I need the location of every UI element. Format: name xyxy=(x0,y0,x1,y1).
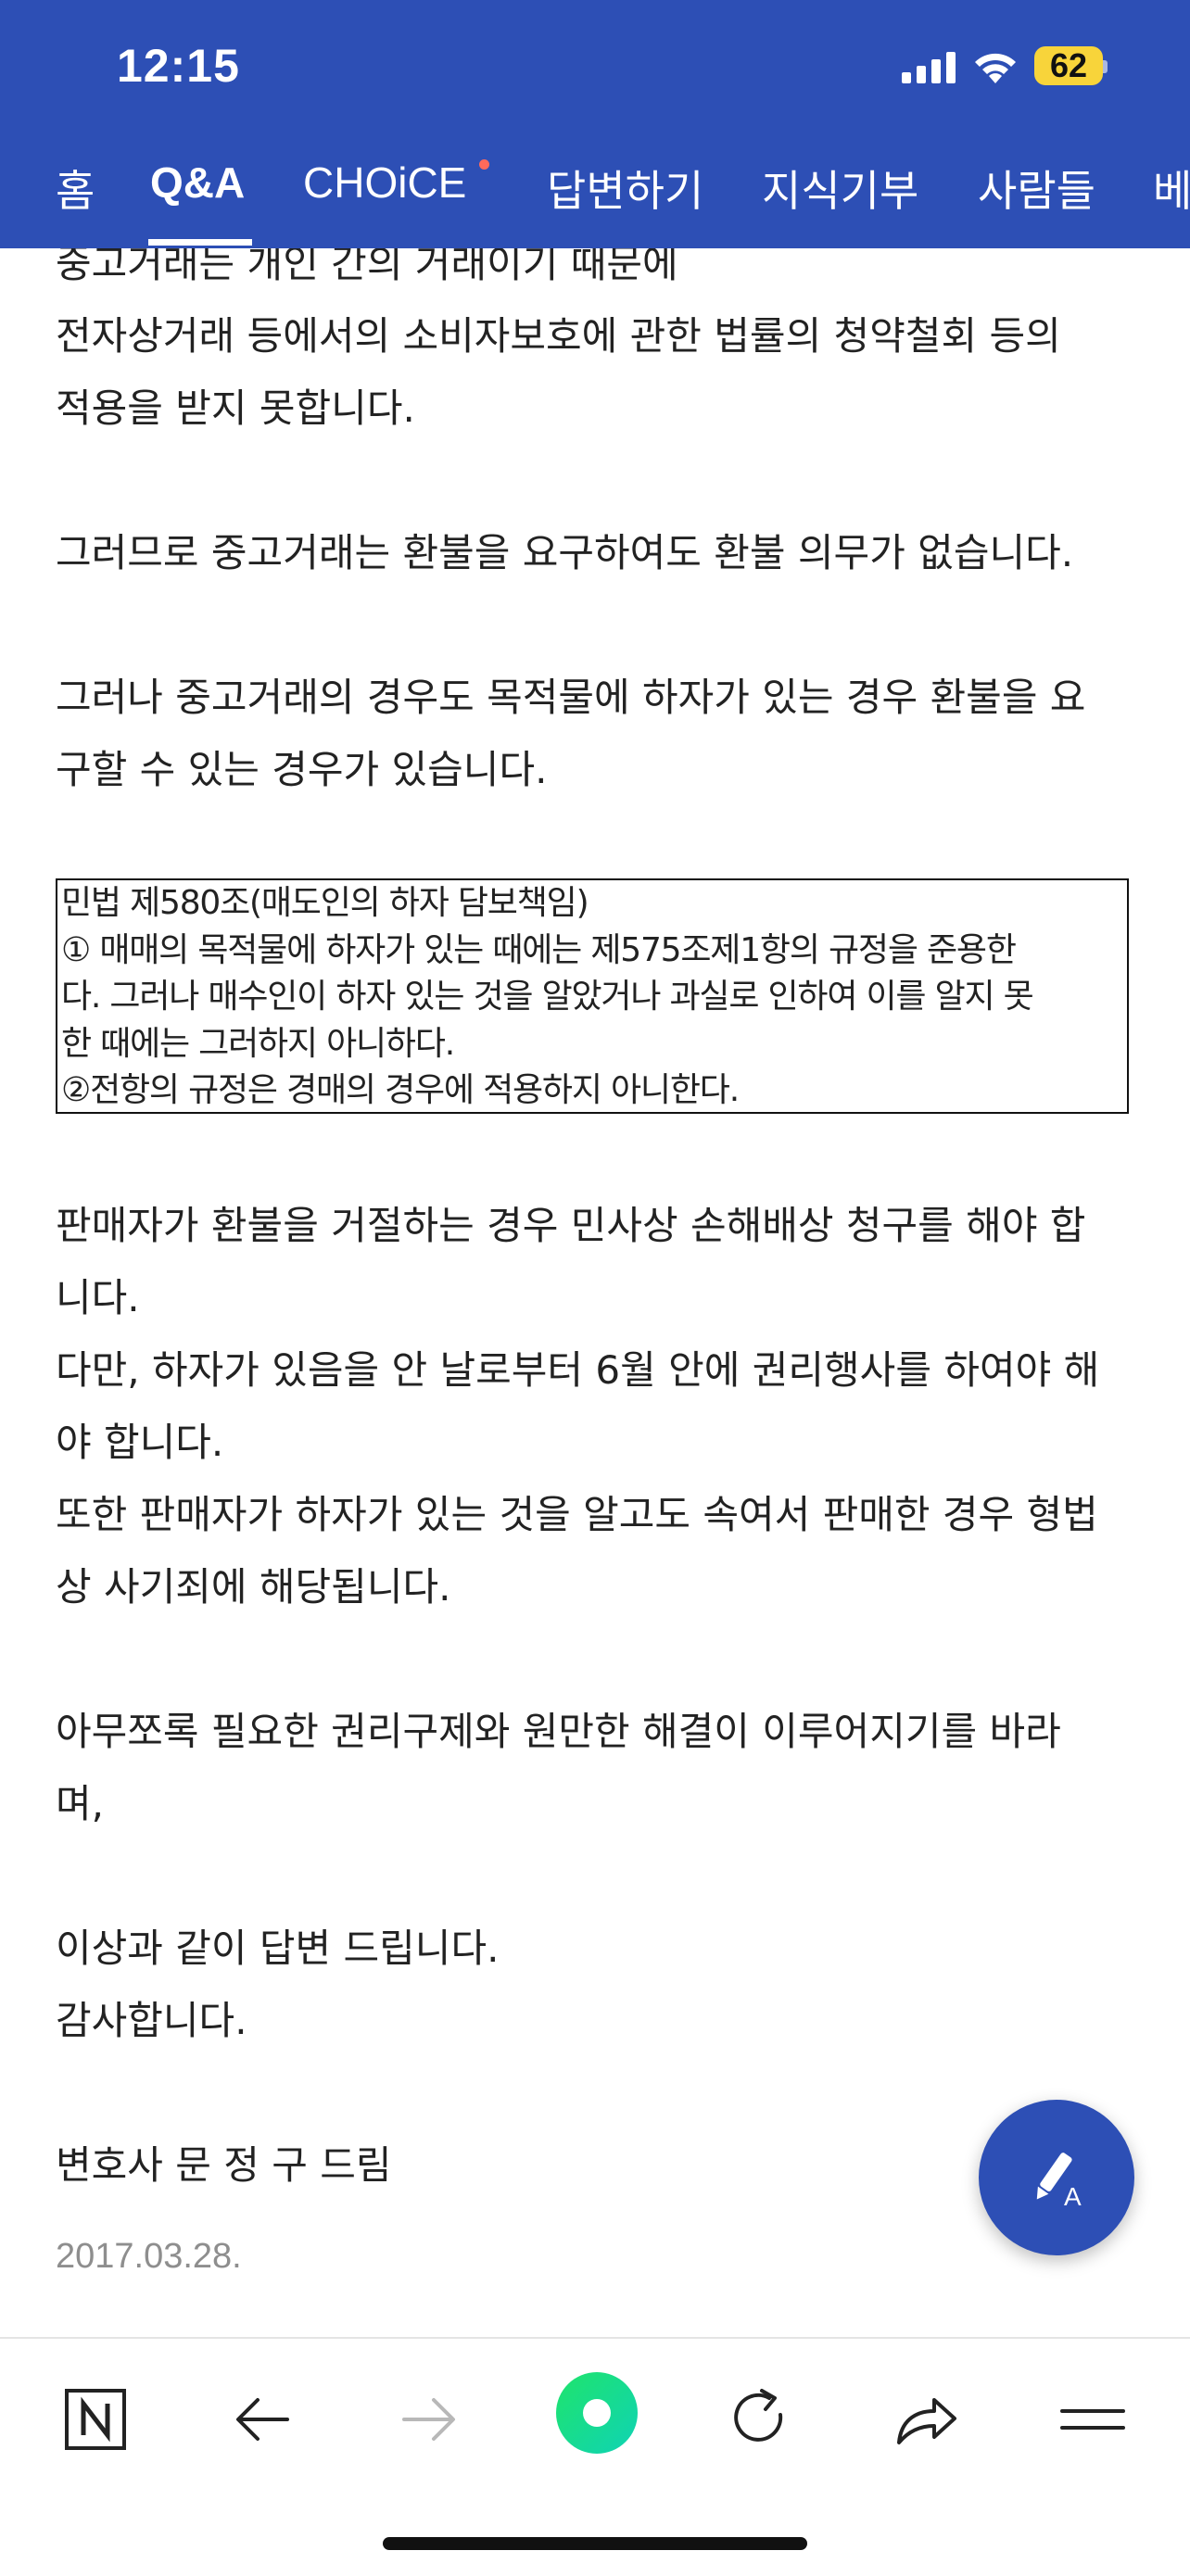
write-answer-button[interactable]: A xyxy=(979,2100,1134,2255)
law-line: ① 매매의 목적물에 하자가 있는 때에는 제575조제1항의 규정을 준용한 xyxy=(61,930,1017,969)
law-title: 민법 제580조(매도인의 하자 담보책임) xyxy=(61,884,589,922)
tab-qna[interactable]: Q&A xyxy=(150,158,245,208)
answer-line xyxy=(56,589,1140,662)
law-line: 다. 그러나 매수인이 하자 있는 것을 알았거나 과실로 인하여 이를 알지 … xyxy=(61,978,1034,1016)
answer-body-top: 중고거래는 개인 간의 거래이기 때문에 전자상거래 등에서의 소비자보호에 관… xyxy=(56,228,1140,806)
green-dot-icon[interactable] xyxy=(551,2367,643,2459)
write-answer-icon: A xyxy=(1036,2153,1082,2211)
answer-line xyxy=(56,2057,1140,2129)
answer-line: 다만, 하자가 있음을 안 날로부터 6월 안에 권리행사를 하여야 해 xyxy=(56,1347,1100,1393)
signal-icon xyxy=(902,52,956,83)
answer-line xyxy=(56,1623,1140,1696)
law-line: ②전항의 규정은 경매의 경우에 적용하지 아니한다. xyxy=(61,1071,740,1109)
answer-date: 2017.03.28. xyxy=(56,2237,242,2276)
answer-line: 야 합니다. xyxy=(56,1420,224,1465)
top-header: 12:15 62 홈 Q&A CHOiCE 답변하기 지식기부 사람들 베 xyxy=(0,0,1190,248)
answer-line: 이상과 같이 답변 드립니다. xyxy=(56,1926,500,1971)
choice-new-dot xyxy=(479,159,489,170)
answer-line: 아무쪼록 필요한 권리구제와 원만한 해결이 이루어지기를 바라 xyxy=(56,1709,1061,1754)
answer-line: 니다. xyxy=(56,1275,140,1320)
battery-cap xyxy=(1103,60,1108,73)
law-quote-box: 민법 제580조(매도인의 하자 담보책임) ① 매매의 목적물에 하자가 있는… xyxy=(56,878,1129,1114)
svg-text:A: A xyxy=(1064,2182,1082,2211)
naver-home-icon[interactable] xyxy=(54,2378,137,2461)
refresh-icon[interactable] xyxy=(717,2378,801,2461)
answer-line: 그러므로 중고거래는 환불을 요구하여도 환불 의무가 없습니다. xyxy=(56,530,1074,575)
tab-home[interactable]: 홈 xyxy=(56,158,95,219)
answer-line: 며, xyxy=(56,1781,104,1826)
category-tabs: 홈 Q&A CHOiCE 답변하기 지식기부 사람들 베 xyxy=(0,148,1190,248)
battery-level: 62 xyxy=(1049,46,1088,84)
home-indicator xyxy=(383,2537,807,2550)
answer-line: 적용을 받지 못합니다. xyxy=(56,385,415,431)
battery-indicator: 62 xyxy=(1034,46,1108,85)
answer-line: 또한 판매자가 하자가 있는 것을 알고도 속여서 판매한 경우 형법 xyxy=(56,1492,1098,1537)
answer-line: 구할 수 있는 경우가 있습니다. xyxy=(56,747,548,792)
answer-line: 감사합니다. xyxy=(56,1998,247,2043)
answer-signature: 변호사 문 정 구 드림 xyxy=(56,2142,392,2188)
tab-knowledge-donation[interactable]: 지식기부 xyxy=(762,158,918,219)
tab-more-cut[interactable]: 베 xyxy=(1153,158,1190,219)
active-tab-underline xyxy=(148,239,252,246)
answer-line: 판매자가 환불을 거절하는 경우 민사상 손해배상 청구를 해야 합 xyxy=(56,1203,1086,1248)
answer-line: 전자상거래 등에서의 소비자보호에 관한 법률의 청약철회 등의 xyxy=(56,313,1061,359)
answer-line: 상 사기죄에 해당됩니다. xyxy=(56,1564,451,1610)
share-icon[interactable] xyxy=(884,2378,968,2461)
menu-icon[interactable] xyxy=(1051,2378,1134,2461)
tab-people[interactable]: 사람들 xyxy=(978,158,1095,219)
tab-answer[interactable]: 답변하기 xyxy=(547,158,703,219)
answer-body-bottom: 판매자가 환불을 거절하는 경우 민사상 손해배상 청구를 해야 합 니다. 다… xyxy=(56,1190,1140,2202)
answer-line: 그러나 중고거래의 경우도 목적물에 하자가 있는 경우 환불을 요 xyxy=(56,675,1086,720)
forward-arrow-icon[interactable] xyxy=(387,2378,471,2461)
status-time: 12:15 xyxy=(117,40,240,92)
tab-choice[interactable]: CHOiCE xyxy=(303,158,466,208)
back-arrow-icon[interactable] xyxy=(222,2378,306,2461)
wifi-icon xyxy=(975,53,1016,83)
answer-line xyxy=(56,445,1140,517)
law-line: 한 때에는 그러하지 아니하다. xyxy=(61,1024,455,1063)
answer-line xyxy=(56,1840,1140,1913)
